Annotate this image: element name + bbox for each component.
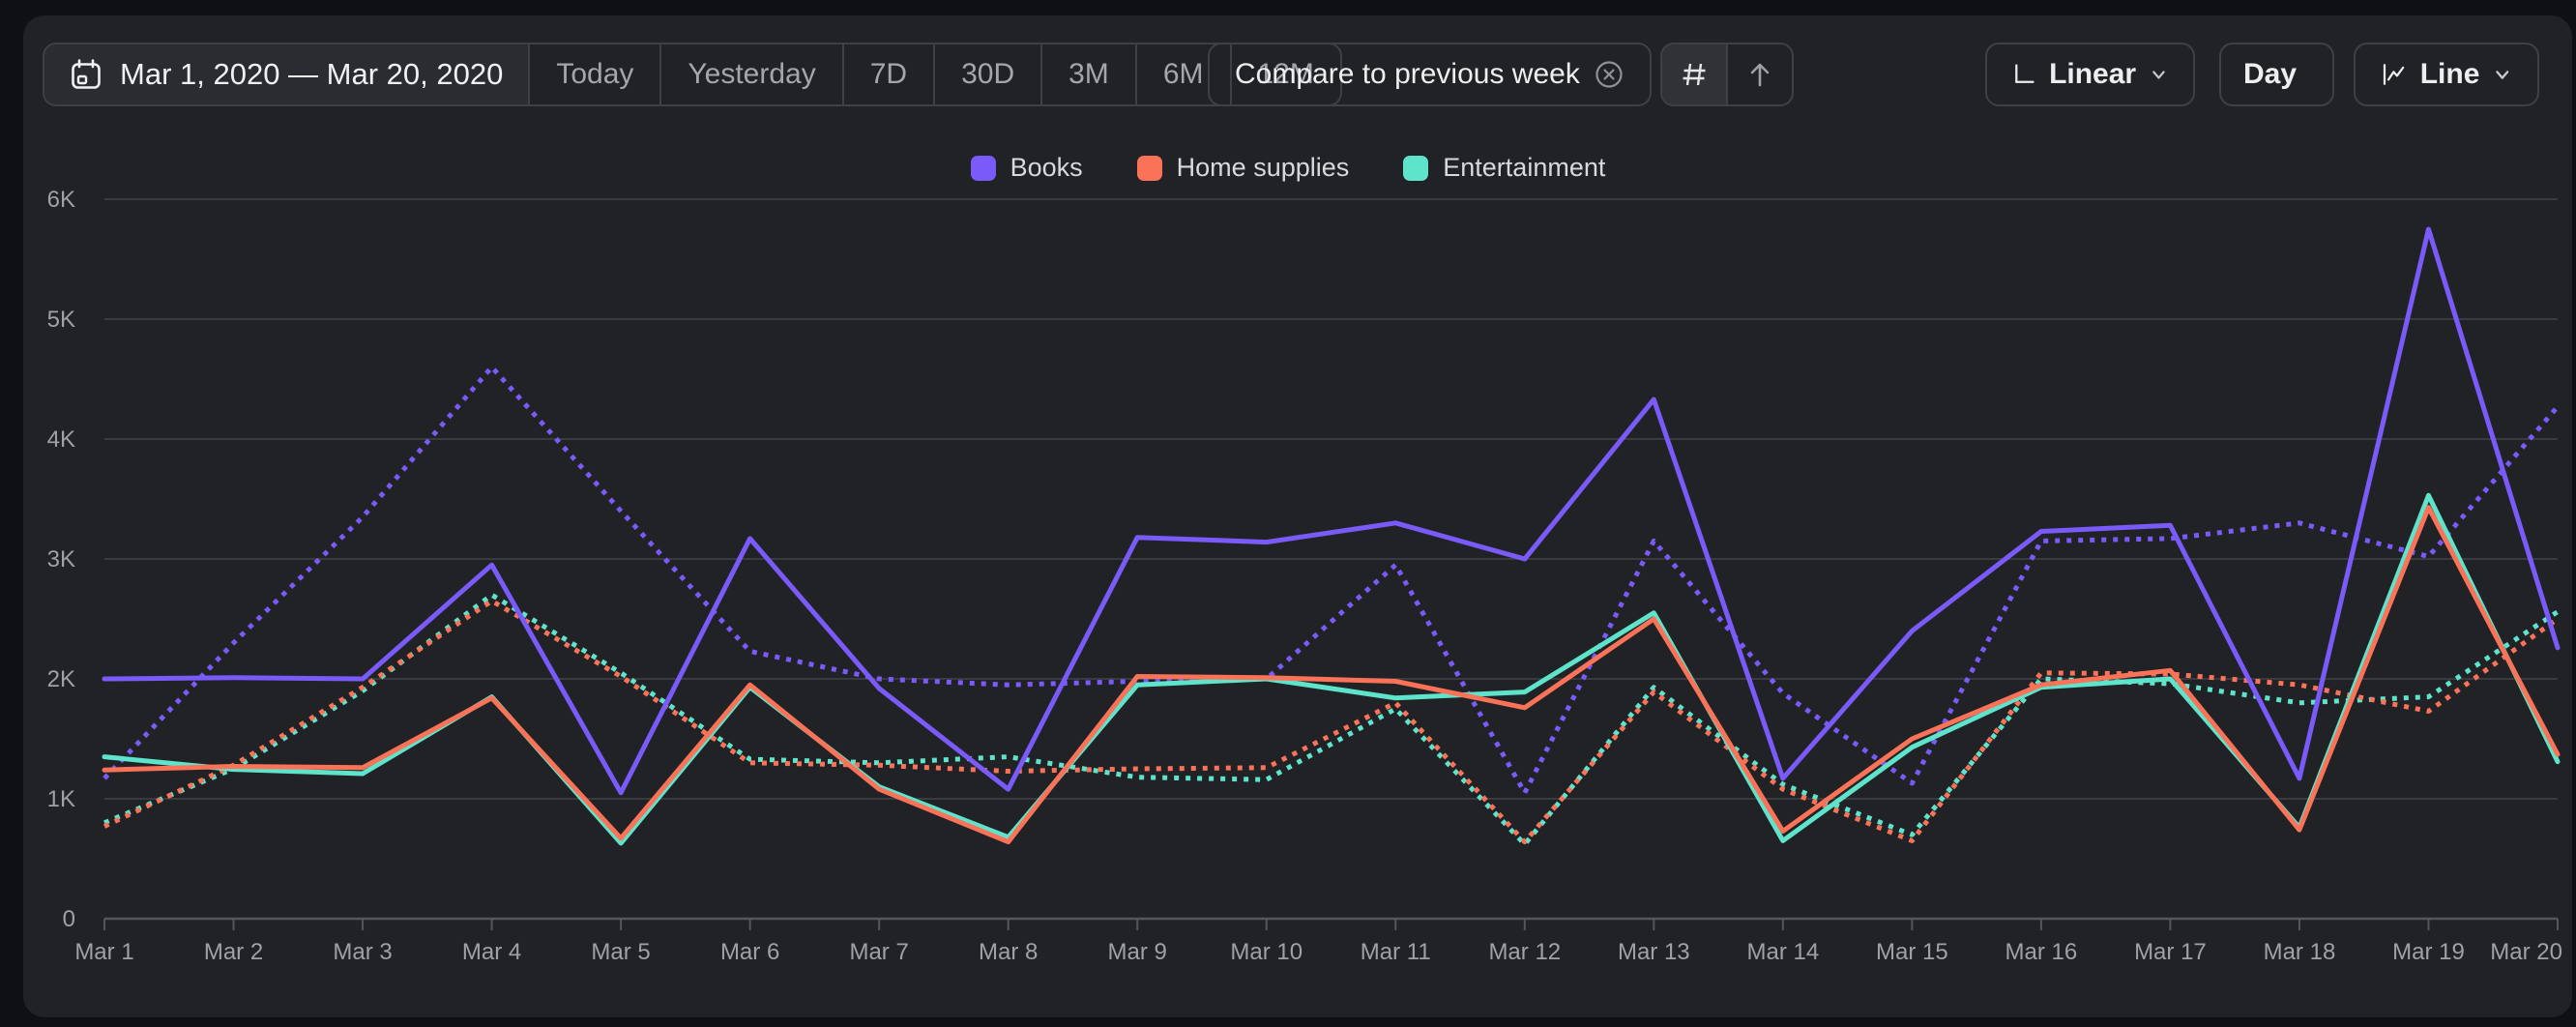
- x-axis-label: Mar 15: [1876, 939, 1948, 965]
- grid-icon: [1679, 59, 1710, 90]
- calendar-icon: [70, 58, 102, 91]
- x-axis-label: Mar 14: [1746, 939, 1819, 965]
- axis-icon: [2012, 61, 2035, 88]
- arrow-up-toggle-button[interactable]: [1726, 44, 1792, 104]
- x-axis-label: Mar 16: [2005, 939, 2078, 965]
- arrow-up-icon: [1745, 60, 1774, 89]
- line-chart-icon: [2381, 60, 2407, 89]
- x-axis-label: Mar 18: [2264, 939, 2336, 965]
- x-axis-label: Mar 3: [333, 939, 392, 965]
- chart-type-label: Line: [2420, 58, 2480, 91]
- x-axis-label: Mar 5: [591, 939, 650, 965]
- granularity-dropdown[interactable]: Day: [2219, 43, 2334, 106]
- quick-range-today[interactable]: Today: [528, 44, 659, 104]
- date-range-label: Mar 1, 2020 — Mar 20, 2020: [120, 57, 503, 92]
- series-entertainment: [104, 495, 2558, 843]
- x-axis-label: Mar 1: [74, 939, 133, 965]
- x-axis-label: Mar 12: [1488, 939, 1561, 965]
- legend-item-books[interactable]: Books: [971, 153, 1083, 183]
- series-home-supplies-previous-week-: [104, 601, 2558, 841]
- x-axis-label: Mar 6: [720, 939, 779, 965]
- legend-label: Books: [1010, 153, 1083, 183]
- y-axis-label: 4K: [47, 426, 75, 453]
- chart-legend: Books Home supplies Entertainment: [0, 153, 2576, 183]
- x-axis-label: Mar 11: [1361, 939, 1431, 965]
- legend-swatch: [1403, 156, 1428, 181]
- date-range-group: Mar 1, 2020 — Mar 20, 2020 TodayYesterda…: [43, 43, 1342, 106]
- compare-button[interactable]: Compare to previous week: [1208, 43, 1652, 106]
- compare-label: Compare to previous week: [1235, 58, 1580, 91]
- legend-item-entertainment[interactable]: Entertainment: [1403, 153, 1605, 183]
- x-axis-label: Mar 20: [2490, 939, 2562, 965]
- granularity-label: Day: [2243, 58, 2297, 91]
- y-axis-label: 3K: [47, 546, 75, 572]
- x-axis-label: Mar 13: [1618, 939, 1690, 965]
- y-axis-label: 6K: [47, 187, 75, 213]
- x-axis-label: Mar 7: [849, 939, 908, 965]
- quick-range-7d[interactable]: 7D: [842, 44, 933, 104]
- display-toggle-group: [1660, 43, 1794, 106]
- legend-swatch: [1137, 156, 1162, 181]
- y-axis-label: 5K: [47, 307, 75, 333]
- chevron-down-icon: [2150, 64, 2168, 85]
- scale-label: Linear: [2049, 58, 2136, 91]
- scale-dropdown[interactable]: Linear: [1985, 43, 2195, 106]
- dismiss-circle-icon[interactable]: [1594, 59, 1625, 90]
- legend-swatch: [971, 156, 996, 181]
- y-axis-label: 1K: [47, 786, 75, 812]
- quick-range-yesterday[interactable]: Yesterday: [659, 44, 841, 104]
- legend-label: Entertainment: [1443, 153, 1605, 183]
- x-axis-label: Mar 8: [979, 939, 1038, 965]
- y-axis-label: 2K: [47, 666, 75, 692]
- date-range-button[interactable]: Mar 1, 2020 — Mar 20, 2020: [44, 44, 528, 104]
- chart-type-dropdown[interactable]: Line: [2354, 43, 2539, 106]
- x-axis-label: Mar 10: [1230, 939, 1303, 965]
- x-axis-label: Mar 9: [1108, 939, 1167, 965]
- quick-range-30d[interactable]: 30D: [933, 44, 1040, 104]
- toolbar: Mar 1, 2020 — Mar 20, 2020 TodayYesterda…: [0, 0, 2576, 116]
- x-axis-label: Mar 2: [204, 939, 263, 965]
- x-axis-label: Mar 17: [2134, 939, 2207, 965]
- x-axis-label: Mar 4: [462, 939, 521, 965]
- x-axis-label: Mar 19: [2392, 939, 2465, 965]
- grid-toggle-button[interactable]: [1662, 44, 1726, 104]
- y-axis-label: 0: [63, 906, 75, 932]
- legend-item-home-supplies[interactable]: Home supplies: [1137, 153, 1350, 183]
- legend-label: Home supplies: [1177, 153, 1350, 183]
- quick-range-3m[interactable]: 3M: [1040, 44, 1135, 104]
- series-entertainment-previous-week-: [104, 595, 2558, 844]
- chevron-down-icon: [2493, 64, 2512, 85]
